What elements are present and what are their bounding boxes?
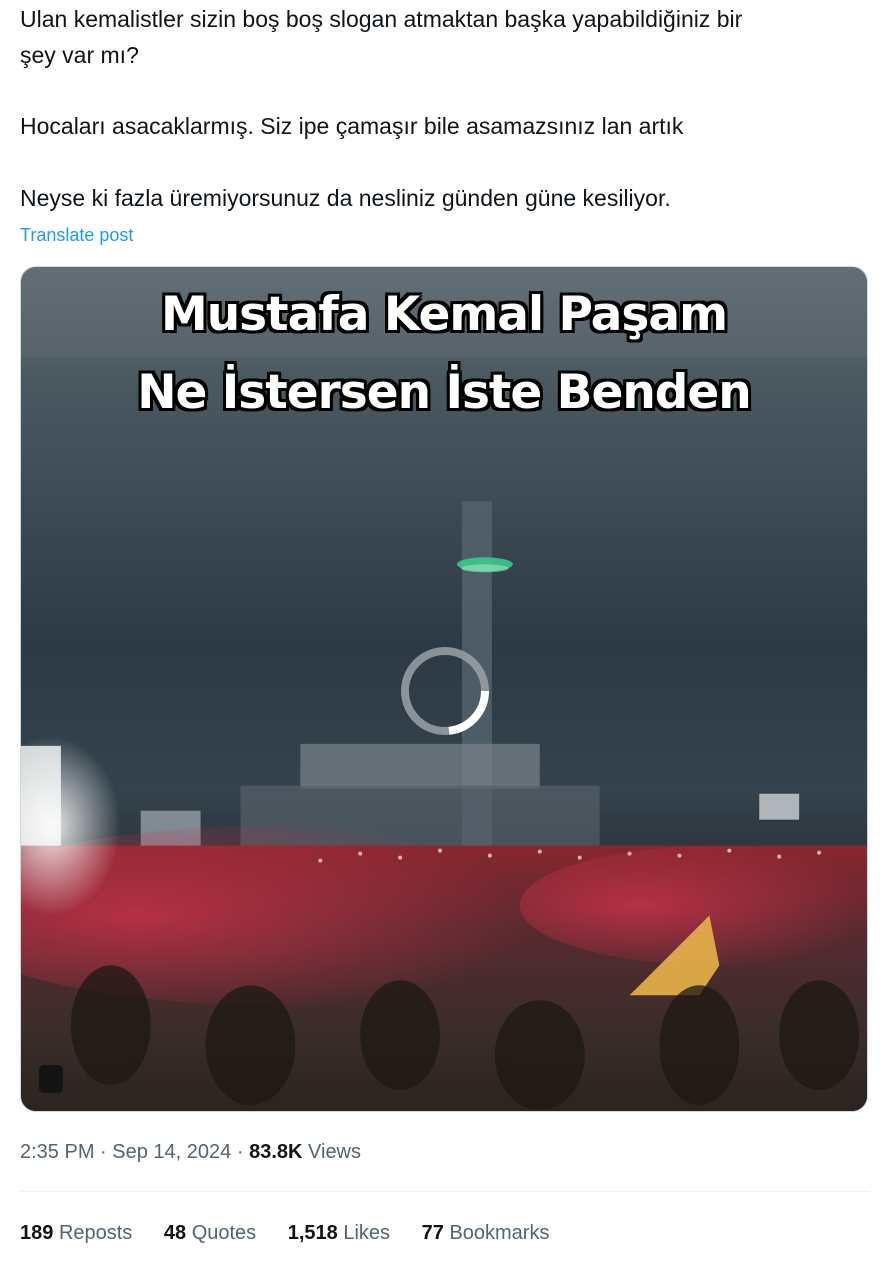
divider bbox=[20, 1191, 870, 1192]
tweet-text-line: şey var mı? bbox=[20, 42, 139, 68]
tweet-text-line: Hocaları asacaklarmış. Siz ipe çamaşır b… bbox=[20, 113, 684, 139]
video-player[interactable]: Mustafa Kemal Paşam Ne İstersen İste Ben… bbox=[20, 266, 868, 1112]
quotes-count: 48 bbox=[163, 1222, 187, 1244]
quotes-stat[interactable]: 48 Quotes bbox=[164, 1219, 256, 1247]
views-label: Views bbox=[308, 1141, 362, 1163]
timestamp-link[interactable]: 2:35 PM · Sep 14, 2024 bbox=[20, 1141, 231, 1163]
meta-separator: · bbox=[236, 1141, 244, 1163]
tweet-meta: 2:35 PM · Sep 14, 2024 · 83.8K Views bbox=[20, 1138, 361, 1166]
bookmarks-count: 77 bbox=[421, 1222, 444, 1244]
quotes-label: Quotes bbox=[191, 1222, 257, 1244]
tweet-text-line: Neyse ki fazla üremiyorsunuz da nesliniz… bbox=[20, 185, 671, 211]
likes-label: Likes bbox=[343, 1222, 391, 1244]
meta-separator: · bbox=[100, 1141, 107, 1163]
video-caption-line-1: Mustafa Kemal Paşam bbox=[160, 287, 728, 342]
translate-post-link[interactable]: Translate post bbox=[20, 222, 133, 248]
bookmarks-label: Bookmarks bbox=[449, 1222, 550, 1244]
loading-spinner-icon bbox=[401, 647, 489, 735]
reposts-count: 189 bbox=[20, 1222, 54, 1244]
likes-stat[interactable]: 1,518 Likes bbox=[288, 1219, 390, 1247]
tweet-text-line: Ulan kemalistler sizin boş boş slogan at… bbox=[20, 6, 743, 32]
video-caption-line-2: Ne İstersen İste Benden bbox=[137, 365, 752, 420]
tiktok-logo-icon bbox=[39, 1065, 63, 1093]
tweet-date: Sep 14, 2024 bbox=[112, 1141, 232, 1163]
reposts-stat[interactable]: 189 Reposts bbox=[20, 1219, 132, 1247]
engagement-stats: 189 Reposts 48 Quotes 1,518 Likes 77 Boo… bbox=[20, 1219, 575, 1247]
tweet-time: 2:35 PM bbox=[20, 1141, 95, 1163]
likes-count: 1,518 bbox=[287, 1222, 338, 1244]
views-count: 83.8K bbox=[249, 1141, 303, 1163]
bookmarks-stat[interactable]: 77 Bookmarks bbox=[422, 1219, 550, 1247]
reposts-label: Reposts bbox=[58, 1222, 133, 1244]
